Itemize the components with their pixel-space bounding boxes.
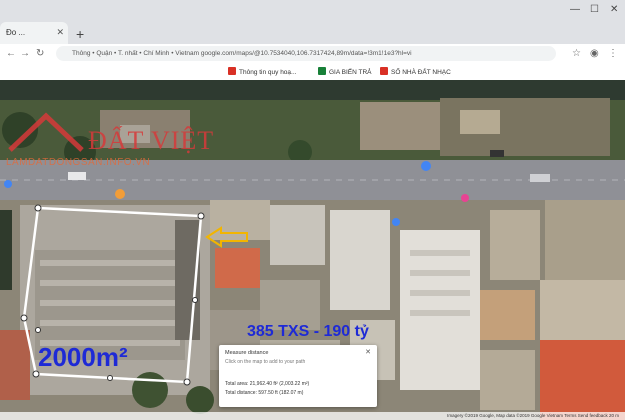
address-bar: ← → ↻ Thông • Quận • T. nhất • Chí Minh … bbox=[0, 44, 625, 65]
extension-icon[interactable]: ◉ bbox=[590, 48, 599, 59]
close-tab-icon[interactable]: ✕ bbox=[56, 27, 64, 38]
watermark-domain: LAMDATDONGSAN.INFO.VN bbox=[6, 157, 151, 168]
close-window-icon[interactable]: ✕ bbox=[610, 4, 618, 15]
bookmark-label: Thông tin quy hoạ... bbox=[239, 69, 297, 76]
bookmark-label: GIA BIẾN TRẢ bbox=[329, 69, 372, 76]
close-popup-icon[interactable]: ✕ bbox=[365, 348, 371, 356]
bookmark-label: SỐ NHÀ ĐẤT NHẠC bbox=[391, 69, 451, 76]
url-text: google.com/maps/@10.7534040,106.7317424,… bbox=[200, 50, 412, 57]
reload-icon[interactable]: ↻ bbox=[36, 48, 44, 59]
price-annotation: 385 TXS - 190 tỷ bbox=[247, 323, 369, 340]
total-distance: Total distance: 597.50 ft (182.07 m) bbox=[225, 390, 304, 396]
bookmarks-bar: Thông tin quy hoạ... GIA BIẾN TRẢ SỐ NHÀ… bbox=[0, 64, 625, 81]
menu-icon[interactable]: ⋮ bbox=[608, 48, 618, 59]
url-input[interactable]: Thông • Quận • T. nhất • Chí Minh • Viet… bbox=[56, 46, 556, 61]
bookmark-icon bbox=[380, 67, 388, 75]
forward-icon[interactable]: → bbox=[20, 48, 30, 59]
browser-tab[interactable]: Đo ... ✕ bbox=[0, 22, 68, 44]
tab-bar: Đo ... ✕ + — ☐ ✕ bbox=[0, 0, 625, 44]
house-logo-icon bbox=[8, 112, 84, 152]
popup-title: Measure distance bbox=[225, 350, 269, 356]
bookmark-item[interactable]: GIA BIẾN TRẢ bbox=[318, 67, 372, 76]
maximize-icon[interactable]: ☐ bbox=[590, 4, 599, 15]
back-icon[interactable]: ← bbox=[6, 48, 16, 59]
star-icon[interactable]: ☆ bbox=[572, 48, 581, 59]
total-area: Total area: 21,962.40 ft² (2,003.22 m²) bbox=[225, 381, 310, 387]
minimize-icon[interactable]: — bbox=[570, 4, 580, 15]
measure-distance-popup: Measure distance Click on the map to add… bbox=[219, 345, 377, 407]
url-prefix: Thông • Quận • T. nhất • Chí Minh • Viet… bbox=[72, 50, 200, 57]
bookmark-item[interactable]: Thông tin quy hoạ... bbox=[228, 67, 296, 76]
satellite-map[interactable]: ĐẤT VIỆT LAMDATDONGSAN.INFO.VN 2000m² 38… bbox=[0, 80, 625, 420]
watermark-logo: ĐẤT VIỆT LAMDATDONGSAN.INFO.VN bbox=[0, 104, 240, 184]
popup-hint: Click on the map to add to your path bbox=[225, 359, 306, 365]
bookmark-item[interactable]: SỐ NHÀ ĐẤT NHẠC bbox=[380, 67, 451, 76]
sheets-icon bbox=[318, 67, 326, 75]
arrow-left-icon bbox=[205, 226, 248, 248]
tab-title: Đo ... bbox=[6, 28, 26, 37]
map-footer: Imagery ©2019 Google, Map data ©2019 Goo… bbox=[0, 412, 625, 420]
bookmark-icon bbox=[228, 67, 236, 75]
new-tab-icon[interactable]: + bbox=[76, 26, 84, 42]
watermark-brand: ĐẤT VIỆT bbox=[88, 126, 215, 155]
area-annotation: 2000m² bbox=[38, 342, 128, 372]
